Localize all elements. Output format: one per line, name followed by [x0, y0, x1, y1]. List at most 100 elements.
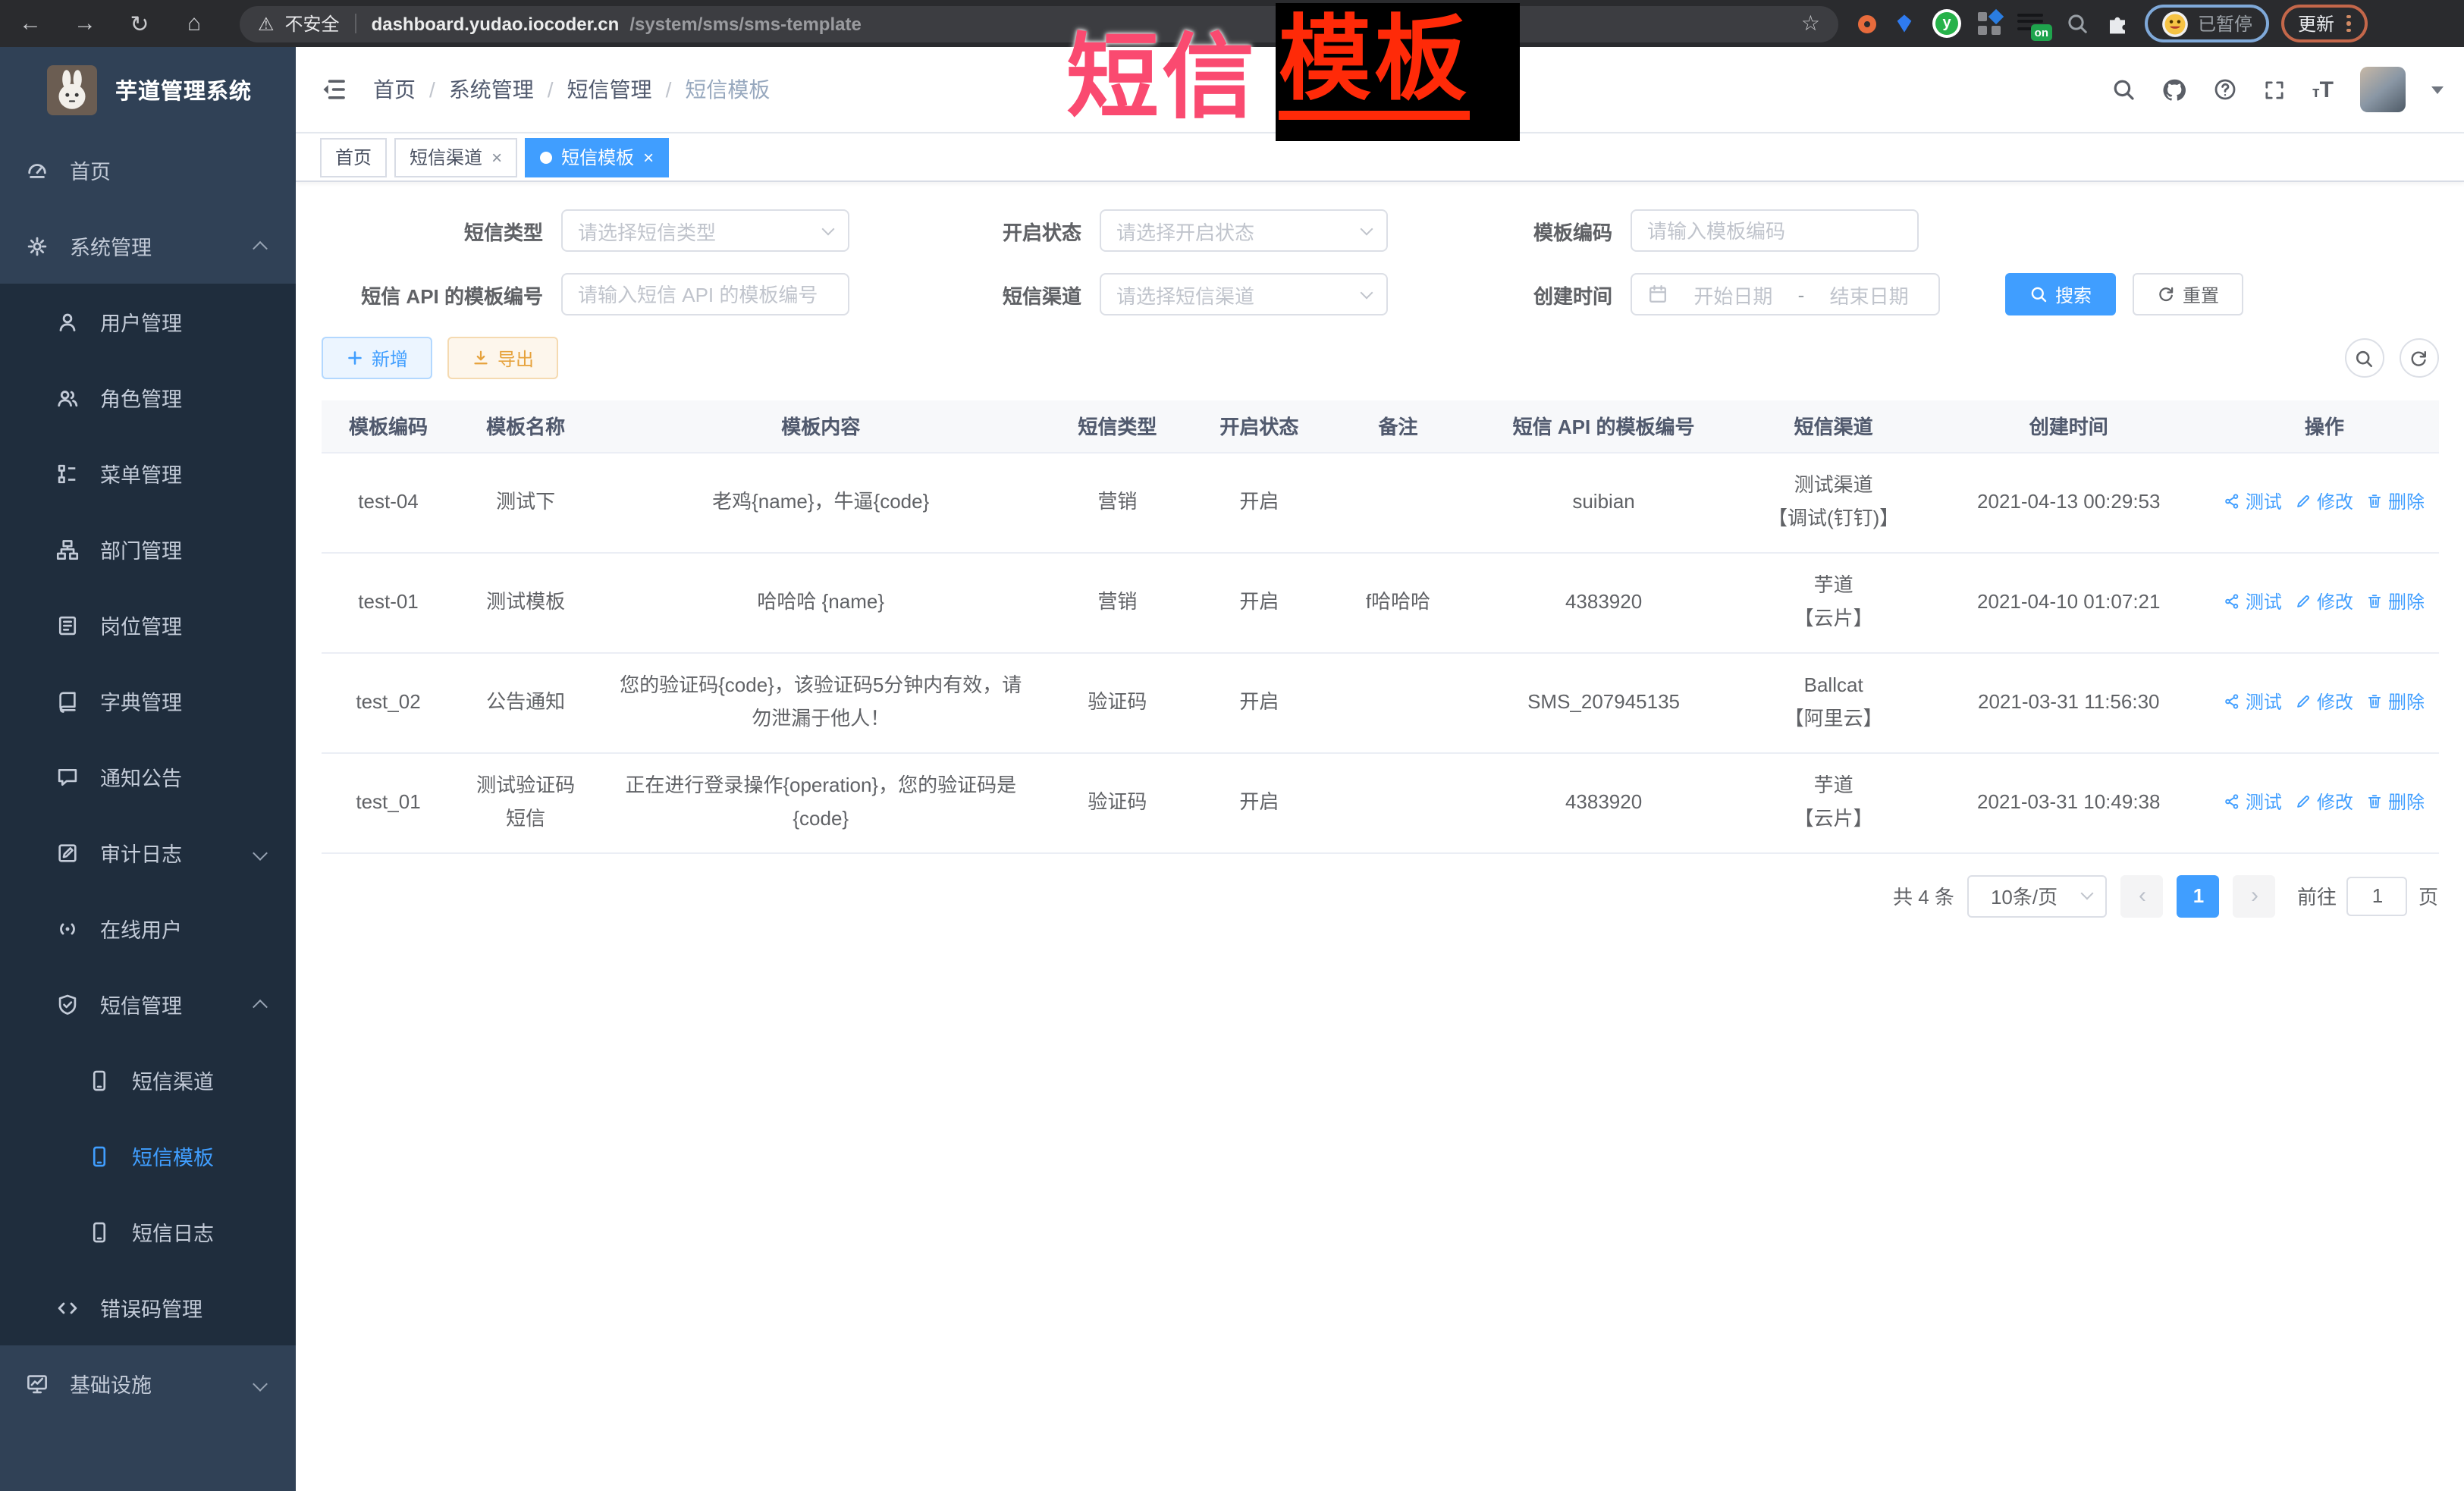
tab-sms-template[interactable]: 短信模板×: [525, 137, 669, 177]
next-page-button[interactable]: ›: [2233, 874, 2276, 917]
tab-home[interactable]: 首页: [320, 137, 387, 177]
table-row: test_02 公告通知 您的验证码{code}，该验证码5分钟内有效，请勿泄漏…: [322, 652, 2438, 752]
share-icon: [2224, 594, 2241, 611]
sidebar-item-menu-mgmt[interactable]: 菜单管理: [0, 435, 296, 511]
edit-link[interactable]: 修改: [2296, 587, 2353, 618]
user-avatar[interactable]: [2359, 67, 2405, 112]
prev-page-button[interactable]: ‹: [2121, 874, 2164, 917]
help-icon[interactable]: [2214, 77, 2238, 102]
sidebar-item-sms-log[interactable]: 短信日志: [0, 1194, 296, 1270]
add-button[interactable]: 新增: [322, 337, 432, 379]
tags-view-bar: 首页 短信渠道× 短信模板×: [296, 133, 2464, 182]
sidebar-item-dict-mgmt[interactable]: 字典管理: [0, 663, 296, 739]
page-unit-label: 页: [2418, 881, 2438, 910]
extensions-puzzle-icon[interactable]: [2105, 11, 2130, 36]
sidebar-item-dept-mgmt[interactable]: 部门管理: [0, 511, 296, 587]
extension-y-icon[interactable]: y: [1932, 9, 1961, 38]
breadcrumb-separator: /: [429, 77, 435, 102]
test-link[interactable]: 测试: [2224, 787, 2282, 818]
security-label[interactable]: 不安全: [285, 11, 340, 36]
breadcrumb-item[interactable]: 短信管理: [567, 74, 652, 105]
github-icon[interactable]: [2162, 77, 2188, 102]
breadcrumb-item[interactable]: 首页: [373, 74, 416, 105]
test-link[interactable]: 测试: [2224, 487, 2282, 518]
page-number-1[interactable]: 1: [2177, 874, 2220, 917]
address-bar[interactable]: ⚠ 不安全 dashboard.yudao.iocoder.cn/system/…: [240, 5, 1838, 42]
edit-link[interactable]: 修改: [2296, 487, 2353, 518]
sidebar-item-system[interactable]: 系统管理: [0, 208, 296, 284]
sidebar-item-post-mgmt[interactable]: 岗位管理: [0, 587, 296, 663]
test-link[interactable]: 测试: [2224, 587, 2282, 618]
delete-link[interactable]: 删除: [2367, 687, 2425, 718]
home-icon[interactable]: ⌂: [179, 11, 209, 36]
select-placeholder: 请选择短信渠道: [1116, 280, 1362, 309]
status-select[interactable]: 请选择开启状态: [1100, 209, 1388, 252]
sidebar-item-label: 用户管理: [100, 306, 182, 337]
extension-ring-icon[interactable]: [1858, 14, 1876, 33]
shield-check-icon: [56, 993, 79, 1015]
refresh-table-button[interactable]: [2399, 338, 2438, 378]
column-header: 模板内容: [596, 400, 1045, 452]
sidebar-menu: 首页 系统管理 用户管理 角色管理 菜单管理 部门管理 岗位管理 字典管理 通知…: [0, 132, 296, 1421]
back-icon[interactable]: ←: [15, 11, 46, 36]
bookmark-star-icon[interactable]: ☆: [1801, 11, 1820, 36]
tab-sms-channel[interactable]: 短信渠道×: [394, 137, 517, 177]
sms-channel-select[interactable]: 请选择短信渠道: [1100, 273, 1388, 315]
close-icon[interactable]: ×: [491, 148, 502, 166]
sidebar-item-sms-mgmt[interactable]: 短信管理: [0, 966, 296, 1042]
sidebar-item-user-mgmt[interactable]: 用户管理: [0, 284, 296, 359]
close-icon[interactable]: ×: [643, 148, 654, 166]
browser-update-button[interactable]: 更新: [2281, 5, 2367, 42]
breadcrumb-separator: /: [548, 77, 554, 102]
sidebar-item-role-mgmt[interactable]: 角色管理: [0, 359, 296, 435]
app-logo: 芋道管理系统: [0, 47, 296, 132]
monitor-icon: [26, 1372, 49, 1395]
extension-magnifier-icon[interactable]: [2066, 12, 2089, 35]
goto-page-input[interactable]: [2347, 876, 2408, 915]
edit-link[interactable]: 修改: [2296, 687, 2353, 718]
reload-icon[interactable]: ↻: [124, 10, 155, 37]
chevron-down-icon: [253, 845, 268, 860]
sidebar-item-sms-channel[interactable]: 短信渠道: [0, 1042, 296, 1118]
filter-row-2: 短信 API 的模板编号 短信渠道 请选择短信渠道 创建时间 开始日期 - 结束…: [322, 273, 2438, 315]
sidebar-item-infra[interactable]: 基础设施: [0, 1345, 296, 1421]
test-link[interactable]: 测试: [2224, 687, 2282, 718]
extension-gem-icon[interactable]: [1893, 12, 1916, 35]
breadcrumb-item[interactable]: 系统管理: [449, 74, 534, 105]
template-code-input[interactable]: [1631, 209, 1919, 252]
sidebar-fold-icon[interactable]: [320, 76, 347, 103]
sms-type-select[interactable]: 请选择短信类型: [561, 209, 849, 252]
delete-link[interactable]: 删除: [2367, 587, 2425, 618]
page-size-select[interactable]: 10条/页: [1968, 874, 2108, 917]
browser-menu-icon[interactable]: [2346, 14, 2350, 33]
sidebar-item-notice[interactable]: 通知公告: [0, 739, 296, 815]
date-range-picker[interactable]: 开始日期 - 结束日期: [1631, 273, 1940, 315]
sidebar-item-error-code[interactable]: 错误码管理: [0, 1270, 296, 1345]
sidebar-item-home[interactable]: 首页: [0, 132, 296, 208]
extension-grid-icon[interactable]: [1978, 12, 2001, 35]
edit-link[interactable]: 修改: [2296, 787, 2353, 818]
phone-icon: [88, 1069, 111, 1091]
sidebar-item-online-users[interactable]: 在线用户: [0, 890, 296, 966]
sidebar-item-label: 错误码管理: [100, 1292, 202, 1323]
profile-paused-button[interactable]: 已暂停: [2145, 5, 2269, 42]
export-button[interactable]: 导出: [447, 337, 558, 379]
forward-icon[interactable]: →: [70, 11, 100, 36]
sidebar-item-audit-log[interactable]: 审计日志: [0, 815, 296, 890]
sidebar-item-sms-template[interactable]: 短信模板: [0, 1118, 296, 1194]
search-button[interactable]: 搜索: [2005, 273, 2116, 315]
users-icon: [56, 386, 79, 409]
sidebar-item-label: 通知公告: [100, 761, 182, 792]
extension-list-icon[interactable]: on: [2017, 13, 2043, 34]
delete-link[interactable]: 删除: [2367, 487, 2425, 518]
delete-link[interactable]: 删除: [2367, 787, 2425, 818]
reset-button[interactable]: 重置: [2133, 273, 2243, 315]
profile-face-icon: [2161, 10, 2189, 37]
font-size-icon[interactable]: тT: [2312, 78, 2334, 101]
caret-down-icon[interactable]: [2431, 86, 2443, 100]
fullscreen-icon[interactable]: [2264, 78, 2287, 101]
api-template-id-input[interactable]: [561, 273, 849, 315]
show-search-toggle-button[interactable]: [2344, 338, 2384, 378]
code-icon: [56, 1296, 79, 1319]
search-icon[interactable]: [2112, 77, 2136, 102]
